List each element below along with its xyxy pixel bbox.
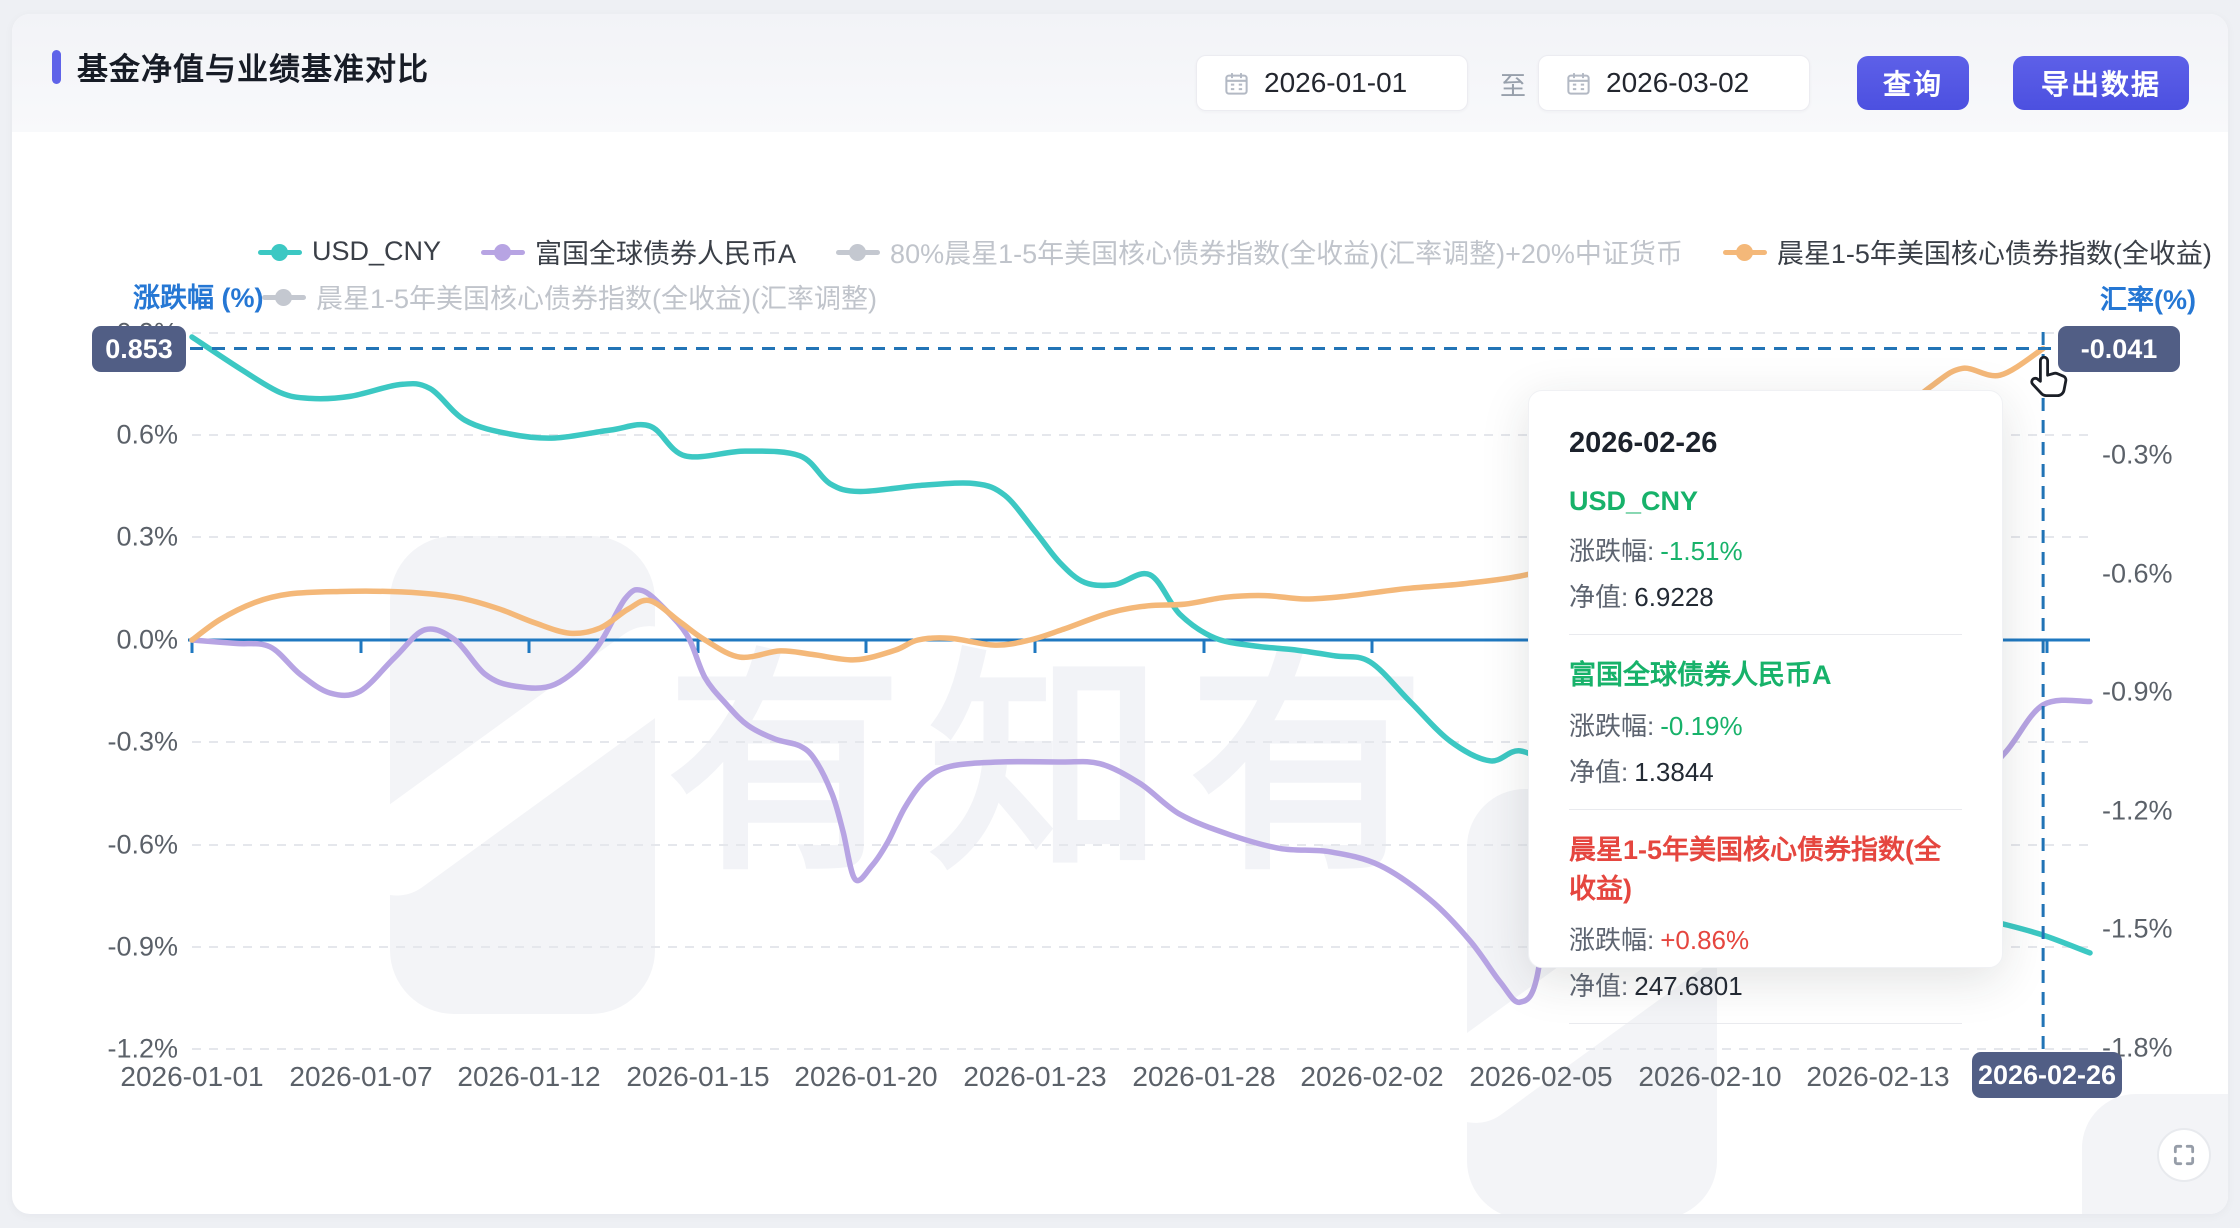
tooltip-divider (1569, 1023, 1962, 1024)
right-tick-label: -0.9% (2102, 677, 2173, 708)
x-tick-label: 2026-01-23 (963, 1061, 1106, 1093)
x-tick-label: 2026-01-28 (1132, 1061, 1275, 1093)
tooltip-date: 2026-02-26 (1569, 427, 1962, 460)
tooltip-row: 净值:6.9228 (1569, 577, 1962, 614)
crosshair-right-value-badge: -0.041 (2058, 326, 2180, 372)
left-tick-label: 0.6% (116, 420, 178, 451)
tooltip-body: USD_CNY 涨跌幅:-1.51% 净值:6.9228 富国全球债券人民币A 涨跌幅:… (1569, 486, 1962, 1024)
x-axis-ticks: 2026-01-01 2026-01-07 2026-01-12 2026-01-15… (0, 1061, 2240, 1101)
left-axis-ticks: 0.9%0.6%0.3%0.0%-0.3%-0.6%-0.9%-1.2% (92, 0, 178, 1228)
right-tick-label: -0.3% (2102, 440, 2173, 471)
x-tick-label: 2026-01-01 (120, 1061, 263, 1093)
left-tick-label: 0.0% (116, 625, 178, 656)
hand-pointer-cursor (2022, 354, 2070, 402)
tooltip-divider (1569, 634, 1962, 635)
x-tick-label: 2026-02-02 (1300, 1061, 1443, 1093)
x-tick-label: 2026-02-13 (1806, 1061, 1949, 1093)
x-tick-label: 2026-01-15 (626, 1061, 769, 1093)
right-tick-label: -1.5% (2102, 914, 2173, 945)
fund-comparison-page: 基金净值与业绩基准对比 2026-01-01 至 2026-03-02 查询 导… (0, 0, 2240, 1228)
right-tick-label: -1.2% (2102, 796, 2173, 827)
x-tick-label: 2026-02-05 (1469, 1061, 1612, 1093)
left-tick-label: 0.3% (116, 522, 178, 553)
tooltip-row: 涨跌幅:+0.86% (1569, 920, 1962, 957)
crosshair-date-badge: 2026-02-26 (1972, 1052, 2122, 1098)
left-tick-label: -0.3% (107, 727, 178, 758)
chart-tooltip: 2026-02-26 USD_CNY 涨跌幅:-1.51% 净值:6.9228 富国全… (1528, 390, 2003, 968)
tooltip-divider (1569, 809, 1962, 810)
tooltip-row: 净值:1.3844 (1569, 752, 1962, 789)
fullscreen-icon (2171, 1142, 2197, 1168)
left-tick-label: -0.9% (107, 932, 178, 963)
tooltip-series-name: USD_CNY (1569, 486, 1962, 517)
tooltip-row: 净值:247.6801 (1569, 966, 1962, 1003)
crosshair-left-value-badge: 0.853 (92, 326, 186, 372)
tooltip-row: 涨跌幅:-0.19% (1569, 706, 1962, 743)
x-tick-label: 2026-01-07 (289, 1061, 432, 1093)
tooltip-row: 涨跌幅:-1.51% (1569, 531, 1962, 568)
left-tick-label: -1.2% (107, 1034, 178, 1065)
x-tick-label: 2026-02-10 (1638, 1061, 1781, 1093)
tooltip-series-name: 富国全球债券人民币A (1569, 653, 1962, 692)
tooltip-series-name: 晨星1-5年美国核心债券指数(全收益) (1569, 828, 1962, 906)
right-tick-label: -0.6% (2102, 559, 2173, 590)
left-tick-label: -0.6% (107, 830, 178, 861)
x-tick-label: 2026-01-20 (794, 1061, 937, 1093)
right-axis-ticks: 0.0%-0.3%-0.6%-0.9%-1.2%-1.5%-1.8% (2102, 0, 2222, 1228)
fullscreen-button[interactable] (2157, 1128, 2211, 1182)
x-tick-label: 2026-01-12 (457, 1061, 600, 1093)
